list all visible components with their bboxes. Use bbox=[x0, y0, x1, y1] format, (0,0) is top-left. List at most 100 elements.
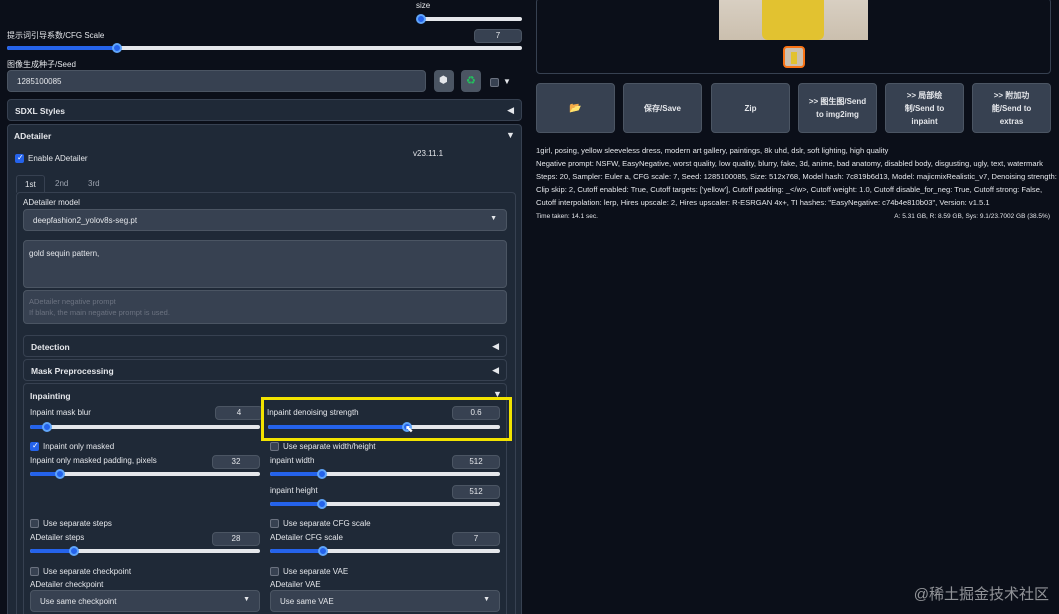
generated-image[interactable] bbox=[719, 0, 868, 40]
highlight-box bbox=[261, 397, 512, 441]
enable-adetailer-label: Enable ADetailer bbox=[28, 154, 88, 163]
adetailer-cfg-input[interactable]: 7 bbox=[452, 532, 500, 546]
separate-vae-checkbox[interactable] bbox=[270, 567, 279, 576]
thumbnail-figure bbox=[791, 52, 797, 64]
generation-params-line3: Cutoff interpolation: lerp, Hires upscal… bbox=[536, 198, 990, 207]
inpainting-title[interactable]: Inpainting bbox=[30, 391, 71, 401]
adetailer-cfg-slider[interactable] bbox=[270, 546, 500, 556]
yellow-dress-shape bbox=[762, 0, 824, 40]
separate-steps-label: Use separate steps bbox=[43, 519, 112, 528]
adetailer-steps-label: ADetailer steps bbox=[30, 533, 85, 542]
size-slider[interactable] bbox=[416, 14, 522, 24]
zip-button[interactable]: Zip bbox=[711, 83, 790, 133]
detection-title: Detection bbox=[31, 342, 70, 352]
inpaint-height-input[interactable]: 512 bbox=[452, 485, 500, 499]
negative-prompt-placeholder-line2: If blank, the main negative prompt is us… bbox=[29, 308, 170, 317]
save-button[interactable]: 保存/Save bbox=[623, 83, 702, 133]
chevron-down-icon: ▼ bbox=[483, 596, 490, 603]
adetailer-cfg-fill bbox=[270, 549, 323, 553]
separate-cfg-checkbox[interactable] bbox=[270, 519, 279, 528]
adetailer-vae-value: Use same VAE bbox=[280, 597, 334, 606]
chevron-down-icon: ▼ bbox=[243, 596, 250, 603]
generation-params-line2: Clip skip: 2, Cutoff enabled: True, Cuto… bbox=[536, 185, 1043, 194]
mask-preprocessing-title: Mask Preprocessing bbox=[31, 366, 114, 376]
open-folder-button[interactable]: 📂 bbox=[536, 83, 615, 133]
extra-seed-toggle-icon[interactable]: ▼ bbox=[503, 77, 511, 86]
adetailer-checkpoint-label: ADetailer checkpoint bbox=[30, 580, 104, 589]
inpaint-width-thumb[interactable] bbox=[317, 469, 327, 479]
adetailer-checkpoint-dropdown[interactable]: Use same checkpoint ▼ bbox=[30, 590, 260, 612]
negative-prompt-placeholder-line1: ADetailer negative prompt bbox=[29, 297, 116, 306]
separate-width-height-label: Use separate width/height bbox=[283, 442, 376, 451]
mask-blur-label: Inpaint mask blur bbox=[30, 408, 91, 417]
inpaint-height-fill bbox=[270, 502, 322, 506]
detection-accordion[interactable]: Detection ◀ bbox=[23, 335, 507, 357]
inpaint-height-label: inpaint height bbox=[270, 486, 318, 495]
separate-checkpoint-checkbox[interactable] bbox=[30, 567, 39, 576]
adetailer-negative-prompt-textarea[interactable]: ADetailer negative prompt If blank, the … bbox=[23, 290, 507, 324]
adetailer-title[interactable]: ADetailer bbox=[14, 131, 51, 141]
size-slider-thumb[interactable] bbox=[416, 14, 426, 24]
send-to-inpaint-button[interactable]: >> 局部绘制/Send to inpaint bbox=[885, 83, 964, 133]
sdxl-styles-title: SDXL Styles bbox=[15, 106, 65, 116]
memory-stats: A: 5.31 GB, R: 8.59 GB, Sys: 9.1/23.7002… bbox=[894, 213, 1050, 220]
adetailer-vae-label: ADetailer VAE bbox=[270, 580, 321, 589]
recycle-icon: ♻ bbox=[466, 75, 476, 87]
mask-preprocessing-accordion[interactable]: Mask Preprocessing ◀ bbox=[23, 359, 507, 381]
adetailer-model-dropdown[interactable]: deepfashion2_yolov8s-seg.pt ▼ bbox=[23, 209, 507, 231]
adetailer-model-label: ADetailer model bbox=[23, 198, 80, 207]
tab-1st[interactable]: 1st bbox=[16, 175, 45, 193]
separate-width-height-checkbox[interactable] bbox=[270, 442, 279, 451]
separate-steps-checkbox[interactable] bbox=[30, 519, 39, 528]
seed-label: 图像生成种子/Seed bbox=[7, 60, 76, 69]
padding-slider[interactable] bbox=[30, 469, 260, 479]
collapsed-arrow-icon: ◀ bbox=[492, 341, 499, 351]
adetailer-model-value: deepfashion2_yolov8s-seg.pt bbox=[33, 216, 138, 225]
mask-blur-input[interactable]: 4 bbox=[215, 406, 263, 420]
inpaint-width-label: inpaint width bbox=[270, 456, 315, 465]
random-seed-button[interactable]: ⬢ bbox=[434, 70, 454, 92]
cfg-scale-thumb[interactable] bbox=[112, 43, 122, 53]
inpaint-only-masked-checkbox[interactable] bbox=[30, 441, 39, 451]
extra-seed-checkbox[interactable] bbox=[490, 78, 499, 87]
watermark: @稀土掘金技术社区 bbox=[913, 586, 1049, 603]
cfg-scale-slider[interactable] bbox=[7, 43, 522, 53]
reuse-seed-button[interactable]: ♻ bbox=[461, 70, 481, 92]
inpaint-height-slider[interactable] bbox=[270, 499, 500, 509]
adetailer-steps-input[interactable]: 28 bbox=[212, 532, 260, 546]
size-label: size bbox=[416, 1, 431, 10]
separate-cfg-label: Use separate CFG scale bbox=[283, 519, 371, 528]
time-taken: Time taken: 14.1 sec. bbox=[536, 213, 598, 220]
mask-blur-slider[interactable] bbox=[30, 422, 260, 432]
separate-checkpoint-label: Use separate checkpoint bbox=[43, 567, 132, 576]
enable-adetailer-checkbox[interactable] bbox=[15, 153, 24, 163]
adetailer-prompt-textarea[interactable]: gold sequin pattern, bbox=[23, 240, 507, 288]
padding-label: Inpaint only masked padding, pixels bbox=[30, 456, 157, 465]
inpaint-width-input[interactable]: 512 bbox=[452, 455, 500, 469]
inpaint-width-slider[interactable] bbox=[270, 469, 500, 479]
tab-2nd[interactable]: 2nd bbox=[47, 175, 76, 193]
gallery-thumbnail[interactable] bbox=[783, 46, 805, 68]
adetailer-steps-thumb[interactable] bbox=[69, 546, 79, 556]
send-to-extras-button[interactable]: >> 附加功能/Send to extras bbox=[972, 83, 1051, 133]
adetailer-checkpoint-value: Use same checkpoint bbox=[40, 597, 117, 606]
generation-params-line1: Steps: 20, Sampler: Euler a, CFG scale: … bbox=[536, 172, 1059, 181]
cfg-scale-label: 提示词引导系数/CFG Scale bbox=[7, 31, 105, 40]
expanded-arrow-icon[interactable]: ▼ bbox=[506, 130, 515, 140]
adetailer-cfg-thumb[interactable] bbox=[318, 546, 328, 556]
seed-input[interactable]: 1285100085 bbox=[7, 70, 426, 92]
adetailer-version: v23.11.1 bbox=[413, 149, 444, 158]
adetailer-prompt-value: gold sequin pattern, bbox=[29, 249, 100, 258]
send-to-img2img-button[interactable]: >> 图生图/Send to img2img bbox=[798, 83, 877, 133]
adetailer-vae-dropdown[interactable]: Use same VAE ▼ bbox=[270, 590, 500, 612]
cfg-scale-input[interactable]: 7 bbox=[474, 29, 522, 43]
tab-3rd[interactable]: 3rd bbox=[80, 175, 108, 193]
inpaint-height-thumb[interactable] bbox=[317, 499, 327, 509]
padding-thumb[interactable] bbox=[55, 469, 65, 479]
adetailer-steps-slider[interactable] bbox=[30, 546, 260, 556]
sdxl-styles-accordion[interactable]: SDXL Styles ◀ bbox=[7, 99, 522, 121]
padding-input[interactable]: 32 bbox=[212, 455, 260, 469]
mask-blur-thumb[interactable] bbox=[42, 422, 52, 432]
generation-prompt: 1girl, posing, yellow sleeveless dress, … bbox=[536, 146, 889, 155]
chevron-down-icon: ▼ bbox=[490, 215, 497, 222]
